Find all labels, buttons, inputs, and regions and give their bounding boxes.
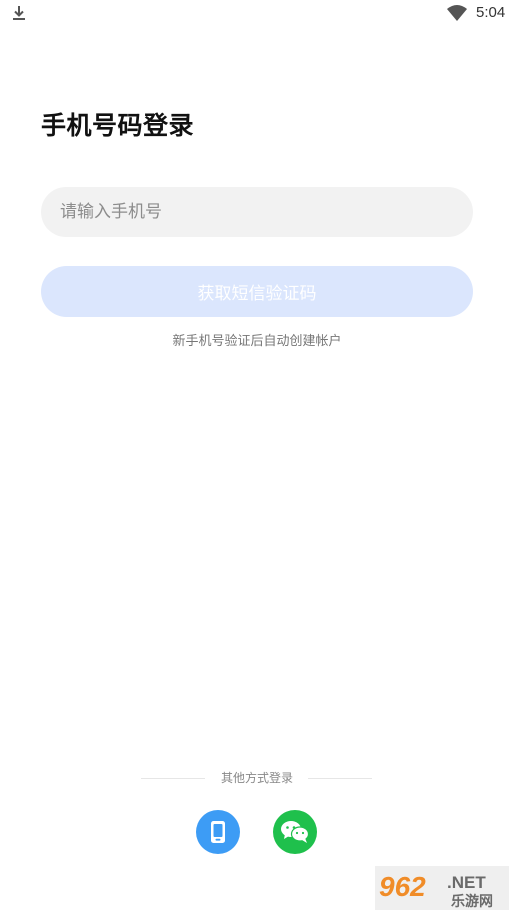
watermark-suffix: .NET: [447, 873, 486, 892]
watermark-brand: 962: [379, 871, 426, 902]
get-sms-code-button[interactable]: 获取短信验证码: [41, 266, 473, 317]
watermark-cn: 乐游网: [451, 893, 493, 910]
other-login-methods-label: 其他方式登录: [220, 771, 293, 785]
watermark-logo: 962 .NET 乐游网: [375, 866, 509, 910]
phone-icon: [211, 821, 225, 843]
download-icon: [13, 6, 25, 20]
wechat-icon: [281, 821, 310, 843]
wechat-login-button[interactable]: [273, 810, 317, 854]
phone-login-button[interactable]: [196, 810, 240, 854]
page-title: 手机号码登录: [41, 111, 195, 140]
status-bar: 5:04: [0, 0, 514, 28]
auto-create-account-hint: 新手机号验证后自动创建帐户: [172, 334, 342, 349]
wifi-icon: [447, 5, 467, 21]
status-time: 5:04: [476, 4, 506, 21]
phone-number-input[interactable]: [41, 187, 473, 237]
